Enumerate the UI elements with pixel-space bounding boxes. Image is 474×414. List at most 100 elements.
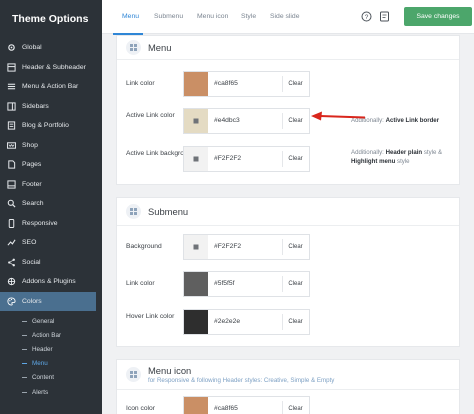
shop-icon: [6, 140, 16, 150]
color-swatch[interactable]: [184, 72, 208, 96]
submenu-section-header: Submenu: [117, 198, 459, 226]
clear-button[interactable]: Clear: [282, 76, 308, 92]
grid-icon: [126, 40, 141, 55]
sidebar-item-seo[interactable]: SEO: [0, 233, 102, 253]
color-picker: #2e2e2e Clear: [183, 309, 310, 335]
field-note: Additionally: Active Link border: [351, 117, 440, 124]
sidebar-item-shop[interactable]: Shop: [0, 136, 102, 156]
grid-icon: [126, 367, 141, 382]
sidebar-item-social[interactable]: Social: [0, 253, 102, 273]
sidebar-item-pages[interactable]: Pages: [0, 155, 102, 175]
sidebar-subitem-header[interactable]: Header: [0, 342, 102, 356]
sidebar-subitem-action-bar[interactable]: Action Bar: [0, 328, 102, 342]
color-value[interactable]: #F2F2F2: [214, 243, 241, 250]
sidebar-item-search[interactable]: Search: [0, 194, 102, 214]
sidebar-item-footer[interactable]: Footer: [0, 175, 102, 195]
submenu-background-row: Background #F2F2F2 Clear: [117, 234, 461, 260]
tab-menu-icon[interactable]: Menu icon: [197, 13, 228, 20]
sidebar-item-label: SEO: [22, 239, 37, 247]
color-picker: #5f5f5f Clear: [183, 271, 310, 297]
sidebar-item-header[interactable]: Header & Subheader: [0, 58, 102, 78]
notes-icon[interactable]: [379, 11, 390, 22]
color-swatch[interactable]: [184, 109, 208, 133]
tab-style[interactable]: Style: [241, 13, 256, 20]
sidebar-item-label: Global: [22, 44, 42, 52]
sidebar-subitem-general[interactable]: General: [0, 314, 102, 328]
clear-button[interactable]: Clear: [282, 314, 308, 330]
sidebar-item-label: Addons & Plugins: [22, 278, 76, 286]
link-color-row: Link color #ca8f65 Clear: [117, 71, 461, 97]
sidebar-item-colors[interactable]: Colors: [0, 291, 96, 311]
submenu-section: Submenu Background #F2F2F2 Clear Link co…: [116, 197, 460, 347]
clear-button[interactable]: Clear: [282, 151, 308, 167]
submenu-hover-link-color-row: Hover Link color #2e2e2e Clear: [117, 309, 461, 335]
main-content: Menu Link color #ca8f65 Clear Active Lin…: [102, 35, 474, 414]
sidebar-item-label: Search: [22, 200, 44, 208]
sidebar: Theme Options Global Header & Subheader …: [0, 0, 102, 414]
color-swatch[interactable]: [184, 397, 208, 414]
color-swatch[interactable]: [184, 235, 208, 259]
eyedropper-icon: [193, 118, 199, 124]
sidebar-item-label: Shop: [22, 141, 38, 149]
sidebar-subitem-alerts[interactable]: Alerts: [0, 385, 102, 399]
annotation-arrow-icon: [311, 111, 366, 121]
menu-icon-section-header: Menu icon for Responsive & following Hea…: [117, 360, 459, 390]
color-picker: #ca8f65 Clear: [183, 396, 310, 414]
color-value[interactable]: #e4dbc3: [214, 117, 240, 124]
sidebar-item-menu[interactable]: Menu & Action Bar: [0, 77, 102, 97]
eyedropper-icon: [193, 244, 199, 250]
sidebar-item-responsive[interactable]: Responsive: [0, 214, 102, 234]
sidebar-item-sidebars[interactable]: Sidebars: [0, 97, 102, 117]
active-link-background-row: Active Link background #F2F2F2 Clear Add…: [117, 146, 461, 172]
color-picker: #F2F2F2 Clear: [183, 234, 310, 260]
section-subtitle: for Responsive & following Header styles…: [148, 377, 335, 384]
sidebar-item-addons[interactable]: Addons & Plugins: [0, 272, 102, 292]
color-picker: #ca8f65 Clear: [183, 71, 310, 97]
pages-icon: [6, 160, 16, 170]
section-title: Menu icon: [148, 365, 192, 376]
share-icon: [6, 257, 16, 267]
color-swatch[interactable]: [184, 310, 208, 334]
sidebar-item-label: Pages: [22, 161, 42, 169]
sidebar-item-label: Sidebars: [22, 102, 49, 110]
blog-icon: [6, 121, 16, 131]
color-picker: #F2F2F2 Clear: [183, 146, 310, 172]
color-value[interactable]: #ca8f65: [214, 405, 238, 412]
clear-button[interactable]: Clear: [282, 239, 308, 255]
field-note: Additionally: Header plain style & Highl…: [351, 149, 443, 165]
top-bar: Menu Submenu Menu icon Style Side slide …: [102, 0, 474, 35]
sidebar-item-label: Blog & Portfolio: [22, 122, 69, 130]
menu-icon: [6, 82, 16, 92]
color-value[interactable]: #F2F2F2: [214, 155, 241, 162]
sidebar-item-label: Colors: [22, 297, 42, 305]
eyedropper-icon: [193, 156, 199, 162]
color-swatch[interactable]: [184, 147, 208, 171]
clear-button[interactable]: Clear: [282, 113, 308, 129]
color-swatch[interactable]: [184, 272, 208, 296]
tab-menu[interactable]: Menu: [122, 13, 139, 20]
sidebars-icon: [6, 101, 16, 111]
clear-button[interactable]: Clear: [282, 401, 308, 414]
sidebar-subitem-content[interactable]: Content: [0, 371, 102, 385]
color-value[interactable]: #ca8f65: [214, 80, 238, 87]
color-value[interactable]: #5f5f5f: [214, 280, 234, 287]
color-picker: #e4dbc3 Clear: [183, 108, 310, 134]
sidebar-item-blog[interactable]: Blog & Portfolio: [0, 116, 102, 136]
clear-button[interactable]: Clear: [282, 276, 308, 292]
tab-side-slide[interactable]: Side slide: [270, 13, 299, 20]
sidebar-item-label: Social: [22, 258, 41, 266]
sidebar-item-global[interactable]: Global: [0, 38, 102, 58]
sidebar-title: Theme Options: [12, 13, 89, 25]
color-value[interactable]: #2e2e2e: [214, 318, 240, 325]
sidebar-subitem-menu[interactable]: Menu: [0, 357, 102, 371]
menu-section-header: Menu: [117, 36, 459, 60]
sidebar-item-label: Responsive: [22, 219, 58, 227]
footer-icon: [6, 179, 16, 189]
gear-icon: [6, 43, 16, 53]
help-icon[interactable]: ?: [361, 11, 372, 22]
svg-text:?: ?: [365, 14, 369, 21]
menu-icon-section: Menu icon for Responsive & following Hea…: [116, 359, 460, 414]
save-changes-button[interactable]: Save changes: [404, 7, 472, 26]
tab-submenu[interactable]: Submenu: [154, 13, 183, 20]
section-title: Submenu: [148, 206, 189, 217]
